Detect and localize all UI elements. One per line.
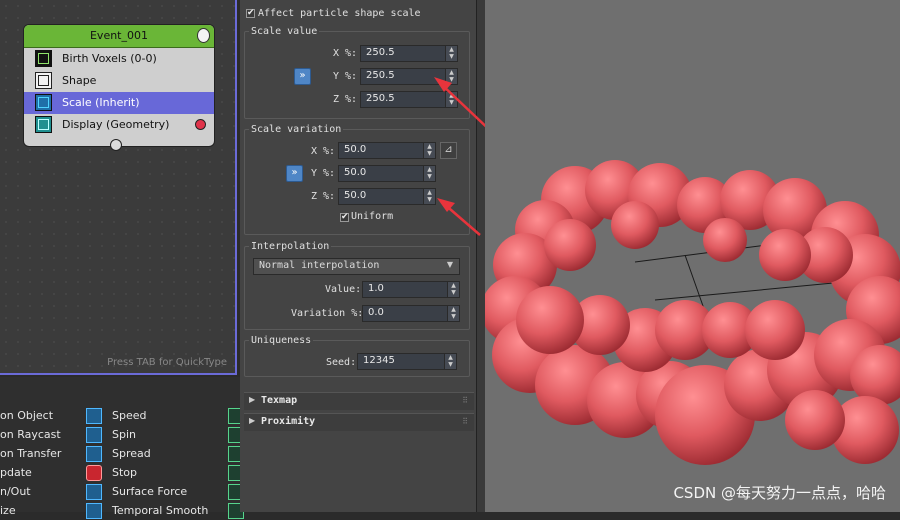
affect-shape-scale-label: Affect particle shape scale	[258, 8, 421, 19]
operator-label: Birth Voxels (0-0)	[62, 52, 157, 65]
operator-label: Shape	[62, 74, 97, 87]
interp-variation-spinner[interactable]: 0.0 ▲ ▼	[362, 305, 460, 322]
quicktype-hint: Press TAB for QuickType	[107, 357, 227, 368]
variation-link-button[interactable]: »	[286, 165, 303, 182]
depot-item[interactable]: on Object	[0, 407, 53, 425]
variation-z-label: Z %:	[311, 191, 336, 202]
particle-view-editor[interactable]: Event_001 Birth Voxels (0-0) Shape Scale…	[0, 0, 237, 375]
event-output-socket[interactable]	[110, 139, 122, 151]
scale-y-label: Y %:	[333, 71, 358, 82]
temporal-smooth-icon	[86, 503, 102, 519]
depot-item[interactable]: on Transfer	[0, 445, 61, 463]
variation-x-label: X %:	[311, 146, 336, 157]
operator-depot: on Object on Raycast on Transfer pdate n…	[0, 377, 244, 519]
depot-item-speed[interactable]: Speed	[112, 407, 146, 425]
surface-force-icon	[86, 484, 102, 500]
expand-triangle-icon: ▶	[249, 395, 256, 404]
variation-y-label: Y %:	[311, 168, 336, 179]
depot-item[interactable]: ize	[0, 502, 16, 520]
scale-z-label: Z %:	[333, 94, 358, 105]
interp-value-label: Value:	[325, 284, 362, 295]
operator-label: Scale (Inherit)	[62, 96, 140, 109]
particle-render	[485, 160, 900, 465]
expand-triangle-icon: ▶	[249, 416, 256, 425]
rollout-label: Texmap	[261, 395, 298, 406]
interp-value-spinner[interactable]: 1.0 ▲ ▼	[362, 281, 460, 298]
rollout-label: Proximity	[261, 416, 316, 427]
spin-icon	[86, 427, 102, 443]
depot-item-stop[interactable]: Stop	[112, 464, 137, 482]
display-icon	[35, 116, 52, 133]
operator-display[interactable]: Display (Geometry)	[24, 114, 214, 136]
operator-birth-voxels[interactable]: Birth Voxels (0-0)	[24, 48, 214, 70]
interp-variation-value: 0.0	[368, 307, 384, 318]
rollout-texmap[interactable]: ▶ Texmap ⠿	[244, 392, 474, 410]
depot-item[interactable]: pdate	[0, 464, 32, 482]
interp-variation-label: Variation %:	[291, 308, 364, 319]
watermark: CSDN @每天努力一点点，哈哈	[673, 484, 886, 502]
lightbulb-icon[interactable]	[197, 28, 210, 43]
variation-y-value: 50.0	[344, 167, 367, 178]
scale-x-value: 250.5	[366, 47, 395, 58]
variation-x-value: 50.0	[344, 144, 367, 155]
scale-value-title: Scale value	[249, 26, 320, 37]
interpolation-dropdown[interactable]: Normal interpolation ▼	[253, 258, 460, 275]
scale-icon	[35, 94, 52, 111]
operator-label: Display (Geometry)	[62, 118, 170, 131]
uniform-checkbox[interactable]: ✔	[340, 213, 349, 222]
spread-icon	[86, 446, 102, 462]
seed-value: 12345	[363, 355, 395, 366]
scale-x-label: X %:	[333, 48, 358, 59]
event-title: Event_001	[89, 29, 148, 42]
scale-z-value: 250.5	[366, 93, 395, 104]
operator-scale[interactable]: Scale (Inherit)	[24, 92, 214, 114]
grip-icon: ⠿	[462, 417, 468, 426]
spinner-arrows-icon[interactable]: ▲▼	[447, 306, 459, 321]
operator-shape[interactable]: Shape	[24, 70, 214, 92]
uniqueness-title: Uniqueness	[249, 335, 314, 346]
chevron-down-icon: ▼	[446, 260, 453, 269]
seed-spinner[interactable]: 12345 ▲ ▼	[357, 353, 457, 370]
uniform-label: Uniform	[351, 211, 394, 222]
birth-voxels-icon	[35, 50, 52, 67]
spinner-arrows-icon[interactable]: ▲▼	[444, 354, 456, 369]
spinner-arrows-icon[interactable]: ▲▼	[447, 282, 459, 297]
arrow-head-1	[434, 77, 452, 92]
grip-icon: ⠿	[462, 396, 468, 405]
display-color-dot[interactable]	[195, 119, 206, 130]
event-node[interactable]: Event_001 Birth Voxels (0-0) Shape Scale…	[23, 24, 215, 147]
perspective-viewport[interactable]: CSDN @每天努力一点点，哈哈	[485, 0, 900, 512]
depot-item[interactable]: on Raycast	[0, 426, 61, 444]
event-header[interactable]: Event_001	[24, 25, 214, 48]
scale-variation-title: Scale variation	[249, 124, 344, 135]
interpolation-mode: Normal interpolation	[259, 260, 380, 271]
stop-icon	[86, 465, 102, 481]
interpolation-title: Interpolation	[249, 241, 332, 252]
depot-item-spin[interactable]: Spin	[112, 426, 136, 444]
depot-item-spread[interactable]: Spread	[112, 445, 151, 463]
variation-z-value: 50.0	[344, 190, 367, 201]
speed-icon	[86, 408, 102, 424]
depot-item[interactable]: n/Out	[0, 483, 31, 501]
depot-item-surface-force[interactable]: Surface Force	[112, 483, 187, 501]
sphere-particles	[485, 160, 900, 465]
rollout-proximity[interactable]: ▶ Proximity ⠿	[244, 413, 474, 431]
depot-item-temporal-smooth[interactable]: Temporal Smooth	[112, 502, 208, 520]
scale-y-value: 250.5	[366, 70, 395, 81]
seed-label: Seed:	[326, 357, 357, 368]
affect-shape-scale-checkbox[interactable]: ✔	[246, 9, 255, 18]
shape-icon	[35, 72, 52, 89]
interp-value: 1.0	[368, 283, 384, 294]
scale-link-button[interactable]: »	[294, 68, 311, 85]
